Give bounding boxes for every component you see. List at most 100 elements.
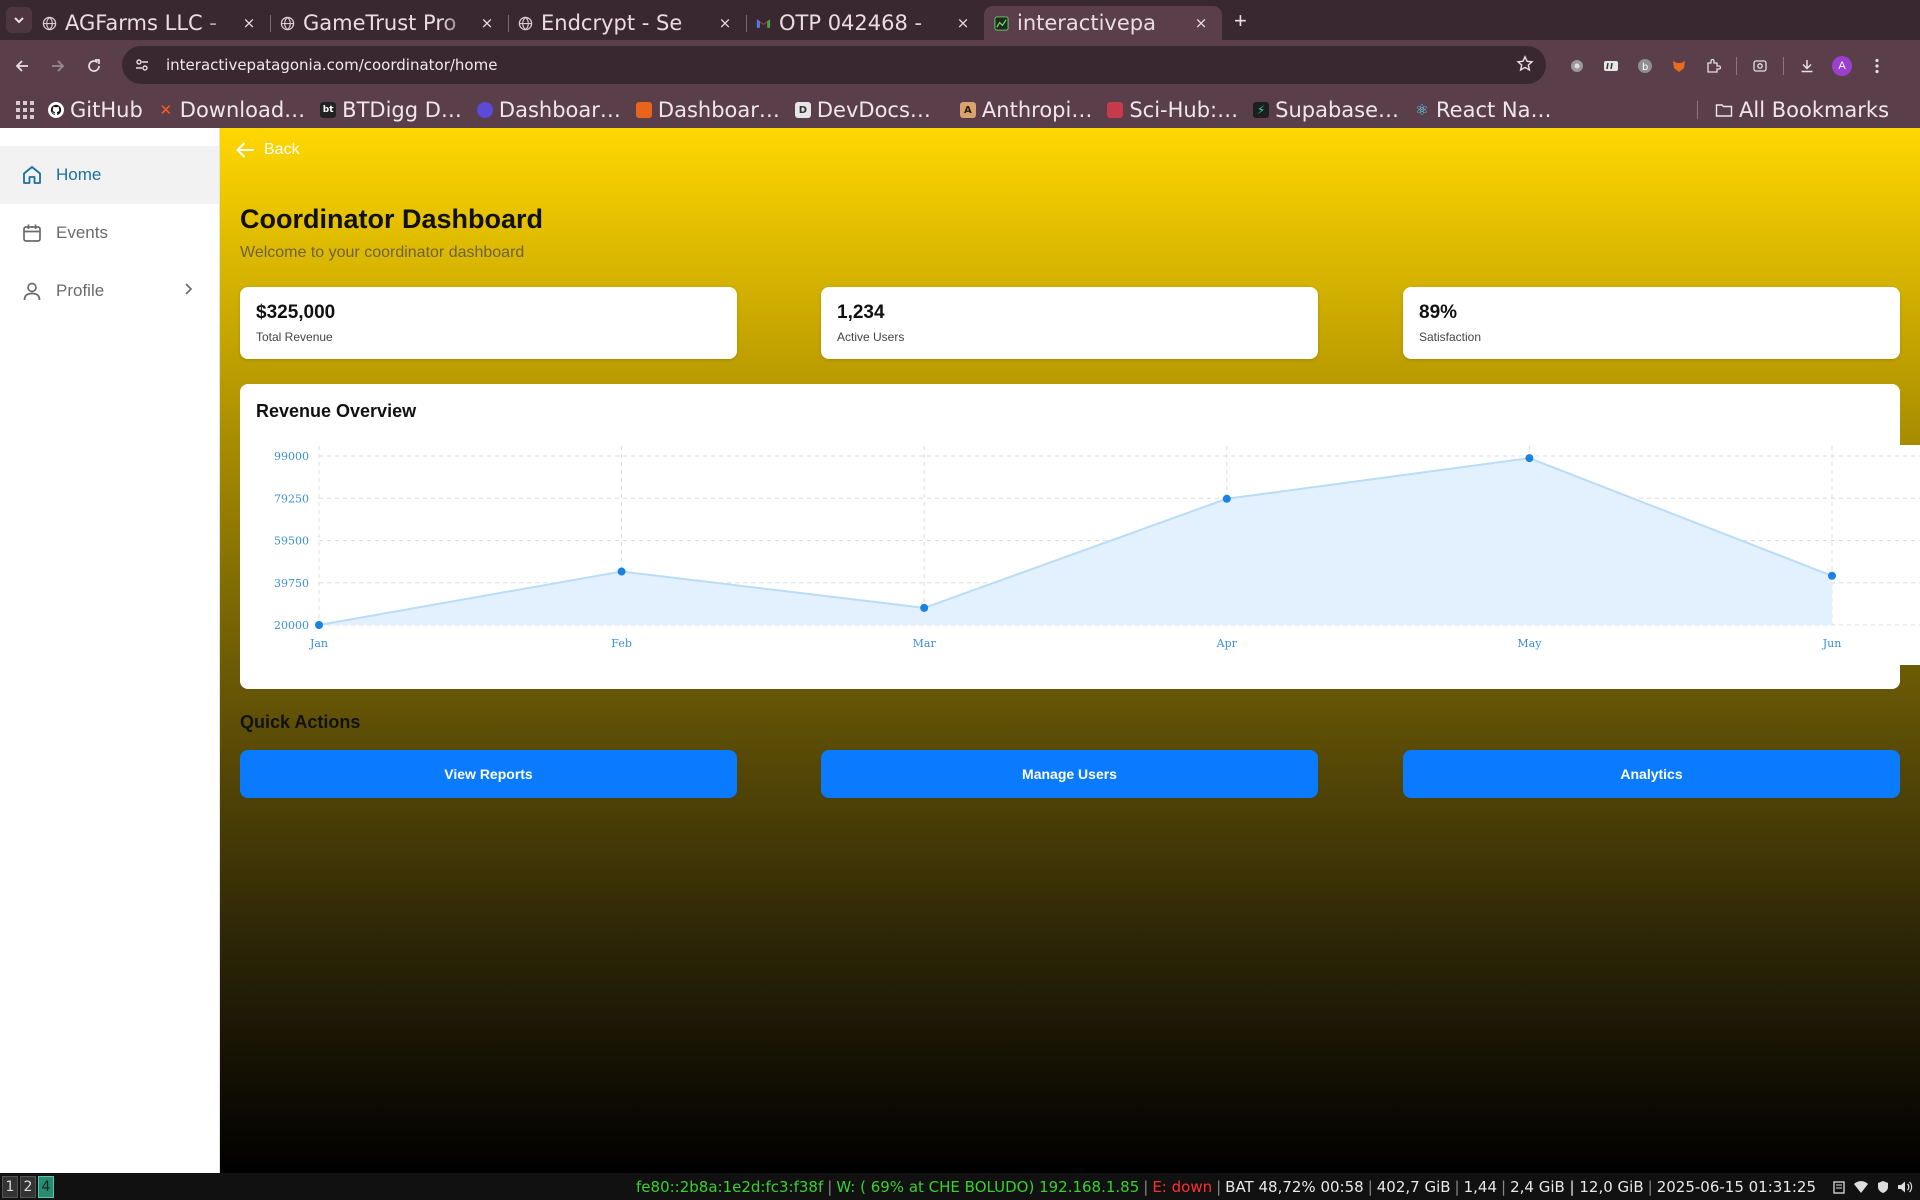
bookmark-item[interactable]: Dashboar… <box>476 98 621 122</box>
new-tab-button[interactable]: + <box>1234 8 1247 34</box>
dashboard-icon <box>476 102 493 118</box>
site-info-button[interactable] <box>128 51 156 79</box>
tab-title: AGFarms LLC - <box>65 11 217 35</box>
tab-title: OTP 042468 - <box>779 11 923 35</box>
chart-area <box>319 458 1832 625</box>
x-tick-label: Apr <box>1216 637 1238 650</box>
clipboard-icon[interactable] <box>1831 1179 1847 1195</box>
load-status: 1,44 <box>1463 1177 1498 1196</box>
bookmark-item[interactable]: Sci-Hub:… <box>1107 98 1238 122</box>
bookmark-item[interactable]: A Anthropi… <box>959 98 1092 122</box>
ethernet-status: E: down <box>1152 1177 1213 1196</box>
browser-tab[interactable]: AGFarms LLC - × <box>32 6 270 40</box>
sidebar-item-label: Profile <box>56 281 105 300</box>
bookmark-item[interactable]: ⚛ React Na… <box>1414 98 1551 122</box>
react-icon: ⚛ <box>1415 101 1429 119</box>
bookmark-item[interactable]: ⚡ Supabase… <box>1253 98 1399 122</box>
y-tick-label: 20000 <box>274 619 309 632</box>
screenshot-icon[interactable] <box>1751 57 1769 75</box>
browser-tab[interactable]: GameTrust Pro × <box>270 6 508 40</box>
sidebar-item-home[interactable]: Home <box>0 146 219 204</box>
quick-actions-title: Quick Actions <box>240 712 361 732</box>
chart-point <box>920 603 929 612</box>
bookmark-star-icon[interactable] <box>1516 55 1534 78</box>
browser-tab-active[interactable]: interactivepa × <box>984 6 1222 40</box>
back-nav-button[interactable] <box>5 49 39 83</box>
chart-point <box>617 567 626 576</box>
svg-text:b: b <box>1642 62 1648 73</box>
tab-search-button[interactable] <box>6 7 32 33</box>
system-status-bar: 1 2 4 fe80::2b8a:1e2d:fc3:f38f | W: ( 69… <box>0 1173 1920 1200</box>
bookmarks-divider <box>1697 101 1698 119</box>
bookmark-label: Sci-Hub:… <box>1129 98 1239 122</box>
reload-button[interactable] <box>77 49 111 83</box>
browser-tab[interactable]: Endcrypt - Se × <box>508 6 746 40</box>
extension-icon[interactable] <box>1568 57 1586 75</box>
supabase-icon: ⚡ <box>1253 102 1270 118</box>
sidebar: Home Events Profile <box>0 128 220 1173</box>
extension-icon[interactable]: b <box>1636 57 1654 75</box>
chart-point <box>1828 571 1836 580</box>
extension-bar: b A <box>1560 40 1894 92</box>
extension-icon[interactable] <box>1670 57 1688 75</box>
close-tab-icon[interactable]: × <box>716 14 734 32</box>
bookmark-item[interactable]: Dashboar… <box>635 98 780 122</box>
all-bookmarks-button[interactable]: All Bookmarks <box>1715 92 1889 128</box>
close-tab-icon[interactable]: × <box>478 14 496 32</box>
bookmark-item[interactable]: ✕ Download… <box>158 98 305 122</box>
bookmark-label: BTDigg D… <box>342 98 462 122</box>
volume-icon[interactable] <box>1897 1179 1913 1195</box>
workspace-button[interactable]: 2 <box>20 1175 36 1198</box>
bookmarks-bar: GitHub ✕ Download… bt BTDigg D… Dashboar… … <box>0 92 1920 128</box>
x-tick-label: Feb <box>611 637 632 650</box>
shield-icon[interactable] <box>1875 1179 1891 1195</box>
folder-icon <box>1715 104 1733 117</box>
dashboard-icon <box>635 102 652 118</box>
view-reports-button[interactable]: View Reports <box>240 750 737 798</box>
bookmark-item[interactable]: bt BTDigg D… <box>320 98 462 122</box>
puzzle-icon[interactable] <box>1704 57 1722 75</box>
all-bookmarks-label: All Bookmarks <box>1739 98 1890 122</box>
apps-grid-icon[interactable] <box>16 101 34 119</box>
close-tab-icon[interactable]: × <box>240 14 258 32</box>
scihub-icon <box>1107 102 1124 118</box>
manage-users-button[interactable]: Manage Users <box>821 750 1318 798</box>
datetime-status: 2025-06-15 01:31:25 <box>1656 1177 1816 1196</box>
tab-title: interactivepa <box>1017 11 1156 35</box>
tune-icon <box>136 59 148 71</box>
globe-icon <box>518 16 533 31</box>
anthropic-icon: A <box>959 102 976 118</box>
avatar[interactable]: A <box>1832 56 1852 76</box>
address-bar[interactable]: interactivepatagonia.com/coordinator/hom… <box>122 46 1546 84</box>
chart-point <box>315 621 323 629</box>
browser-tab[interactable]: OTP 042468 - × <box>746 6 984 40</box>
y-tick-label: 39750 <box>274 577 309 590</box>
forward-nav-button[interactable] <box>41 49 75 83</box>
close-tab-icon[interactable]: × <box>954 14 972 32</box>
bookmark-item[interactable]: GitHub <box>48 98 143 122</box>
chevron-right-icon[interactable] <box>183 281 193 301</box>
arrow-left-icon <box>15 60 28 72</box>
toolbar-divider <box>1736 57 1737 75</box>
home-icon <box>20 163 44 187</box>
y-tick-label: 59500 <box>274 535 309 548</box>
memory-status: 2,4 GiB | 12,0 GiB <box>1510 1177 1644 1196</box>
close-tab-icon[interactable]: × <box>1192 14 1210 32</box>
calendar-icon <box>20 221 44 245</box>
arrow-right-icon <box>52 60 65 72</box>
download-icon[interactable] <box>1798 57 1816 75</box>
ipv6-status: fe80::2b8a:1e2d:fc3:f38f <box>636 1177 824 1196</box>
bookmark-item[interactable]: D DevDocs… <box>794 98 931 122</box>
sidebar-item-events[interactable]: Events <box>0 204 219 262</box>
sidebar-item-profile[interactable]: Profile <box>0 262 219 320</box>
wifi-icon[interactable] <box>1853 1179 1869 1195</box>
system-tray <box>1828 1179 1916 1195</box>
extension-icon[interactable] <box>1602 57 1620 75</box>
analytics-button[interactable]: Analytics <box>1403 750 1900 798</box>
sidebar-item-label: Home <box>56 165 102 184</box>
workspace-button-active[interactable]: 4 <box>38 1175 54 1198</box>
wifi-status: W: ( 69% at CHE BOLUDO) 192.168.1.85 <box>836 1177 1140 1196</box>
more-menu-icon[interactable] <box>1868 57 1886 75</box>
workspace-button[interactable]: 1 <box>2 1175 18 1198</box>
reload-icon <box>88 59 100 72</box>
